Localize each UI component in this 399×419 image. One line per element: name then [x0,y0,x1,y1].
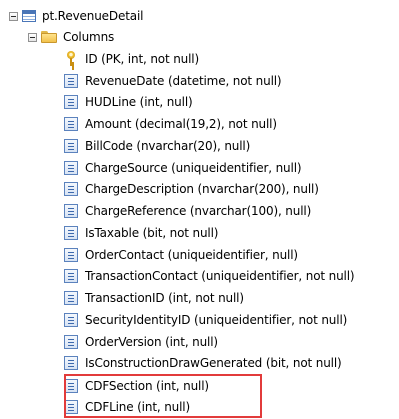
collapse-icon[interactable] [28,32,37,42]
column-icon [64,290,78,305]
column-icon [64,334,78,349]
columns-folder-label: Columns [63,30,115,44]
column-item-chargereference[interactable]: ChargeReference (nvarchar(100), null) [64,200,311,221]
column-label: OrderContact (uniqueidentifier, null) [85,247,298,262]
column-label: HUDLine (int, null) [85,94,193,109]
column-item-chargesource[interactable]: ChargeSource (uniqueidentifier, null) [64,157,302,178]
column-item-transactionid[interactable]: TransactionID (int, not null) [64,287,244,308]
highlight-box [64,374,262,418]
column-icon [64,312,78,327]
column-label: BillCode (nvarchar(20), null) [85,138,251,153]
column-label: ChargeReference (nvarchar(100), null) [85,203,312,218]
column-icon [64,247,78,262]
column-item-orderversion[interactable]: OrderVersion (int, null) [64,331,218,352]
column-label: IsTaxable (bit, not null) [85,225,219,240]
column-icon [64,73,78,88]
column-icon [64,225,78,240]
collapse-icon[interactable] [9,11,18,21]
column-icon [64,94,78,109]
column-item-chargedescription[interactable]: ChargeDescription (nvarchar(200), null) [64,178,319,199]
column-icon [64,268,78,283]
table-icon [22,10,36,22]
column-item-istaxable[interactable]: IsTaxable (bit, not null) [64,222,218,243]
column-icon [64,116,78,131]
column-item-transactioncontact[interactable]: TransactionContact (uniqueidentifier, no… [64,265,355,286]
column-icon [64,160,78,175]
column-label: TransactionContact (uniqueidentifier, no… [85,268,355,283]
column-label: ID (PK, int, not null) [85,51,200,66]
column-item-hudline[interactable]: HUDLine (int, null) [64,91,193,112]
column-item-isconstructiondrawgenerated[interactable]: IsConstructionDrawGenerated (bit, not nu… [64,352,342,373]
column-item-billcode[interactable]: BillCode (nvarchar(20), null) [64,135,250,156]
table-name-label: pt.RevenueDetail [42,9,144,23]
tree-node-table[interactable]: pt.RevenueDetail [9,5,144,27]
column-item-securityidentityid[interactable]: SecurityIdentityID (uniqueidentifier, no… [64,309,347,330]
column-icon [64,355,78,370]
column-label: IsConstructionDrawGenerated (bit, not nu… [85,355,342,370]
column-item-id[interactable]: ID (PK, int, not null) [64,48,199,69]
object-explorer-tree: pt.RevenueDetail Columns ID (PK, int, no… [0,0,399,419]
column-label: SecurityIdentityID (uniqueidentifier, no… [85,312,348,327]
column-label: TransactionID (int, not null) [85,290,244,305]
column-item-ordercontact[interactable]: OrderContact (uniqueidentifier, null) [64,244,298,265]
column-icon [64,138,78,153]
column-label: OrderVersion (int, null) [85,334,218,349]
tree-node-columns-folder[interactable]: Columns [28,26,114,48]
primary-key-icon [64,50,78,67]
column-item-revenuedate[interactable]: RevenueDate (datetime, not null) [64,70,282,91]
folder-icon [41,31,57,43]
column-item-amount[interactable]: Amount (decimal(19,2), not null) [64,113,277,134]
column-label: RevenueDate (datetime, not null) [85,73,282,88]
column-icon [64,203,78,218]
column-label: Amount (decimal(19,2), not null) [85,116,277,131]
column-icon [64,181,78,196]
column-label: ChargeSource (uniqueidentifier, null) [85,160,302,175]
column-label: ChargeDescription (nvarchar(200), null) [85,181,319,196]
